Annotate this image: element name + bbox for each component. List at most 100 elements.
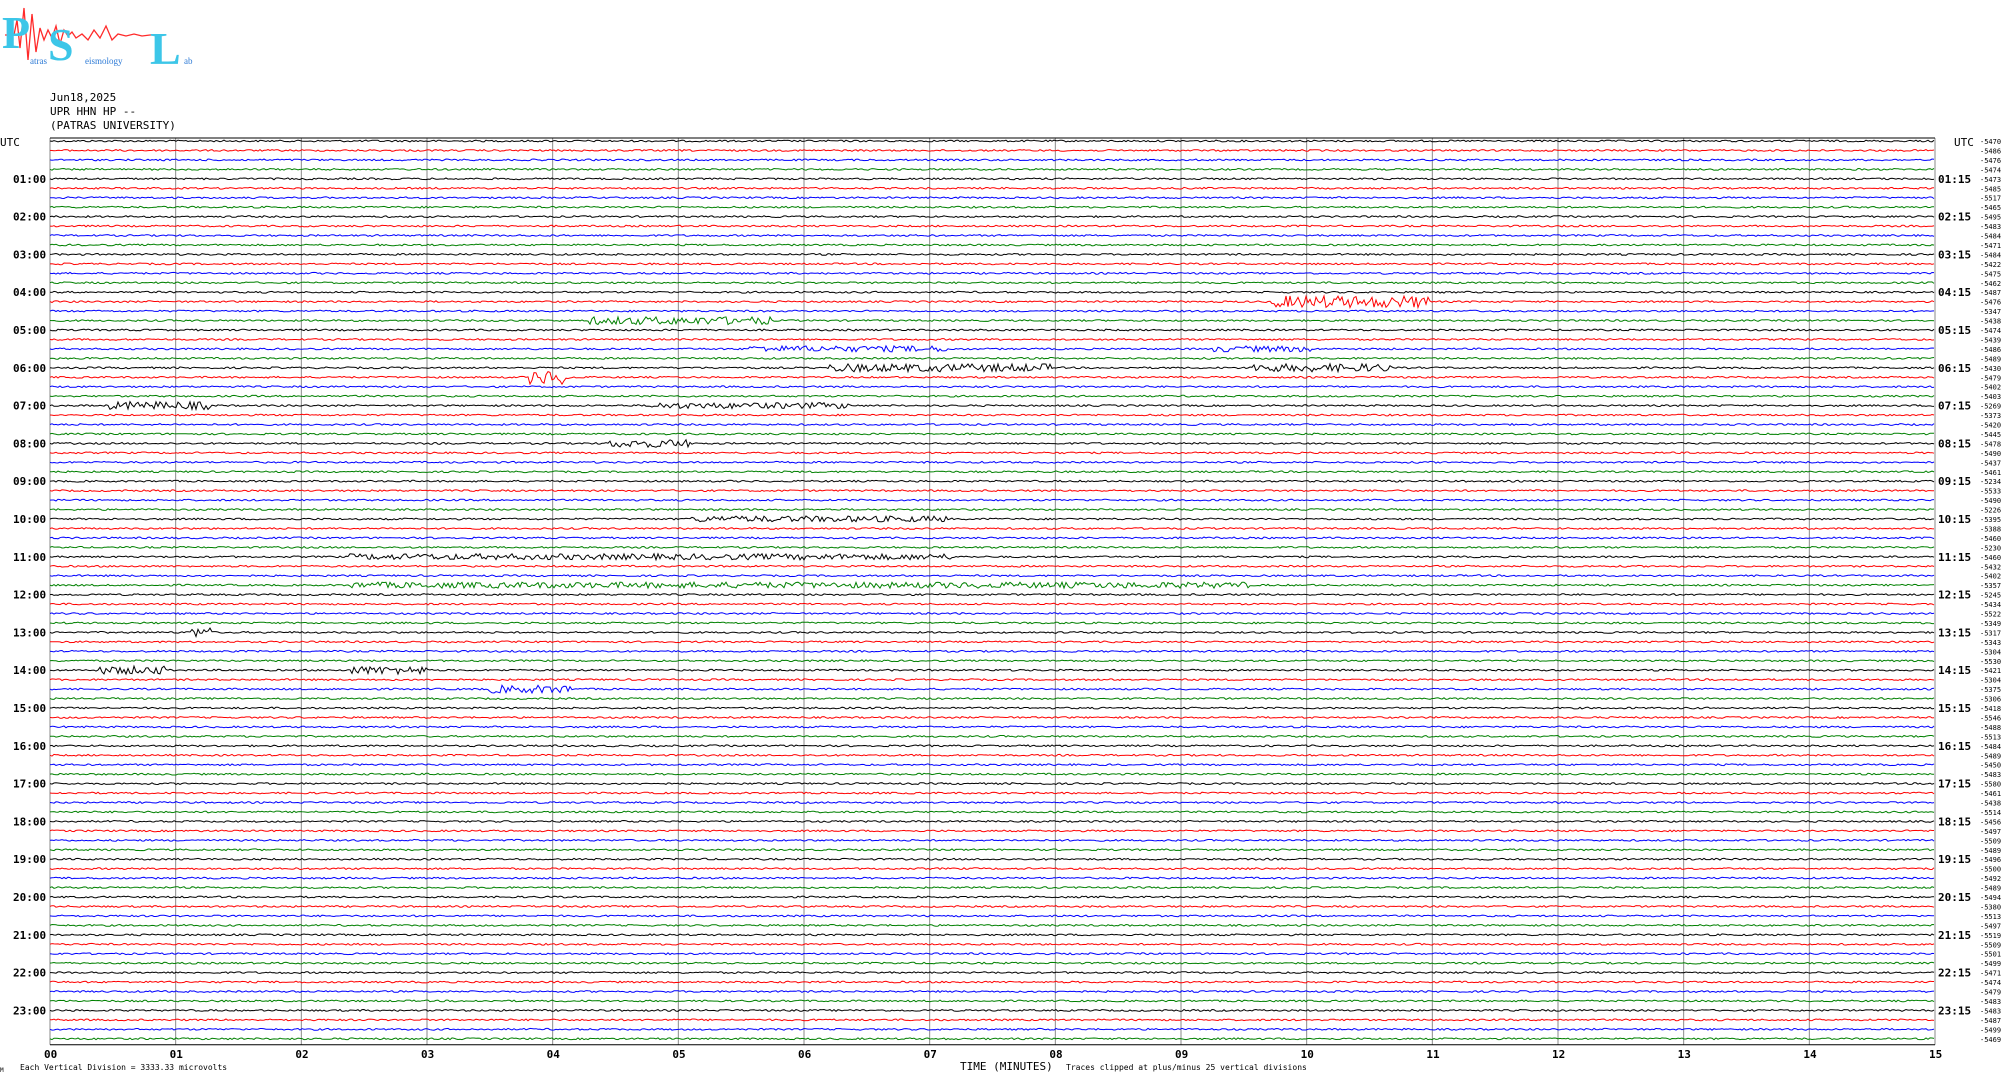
trace-line [49,999,1935,1003]
trace-offset-label: -5476 [1980,157,2001,165]
trace-line [49,328,1935,332]
hour-label-right: 11:15 [1938,551,1971,564]
trace-offset-label: -5434 [1980,601,2001,609]
trace-offset-label: -5519 [1980,932,2001,940]
trace-line [49,498,1935,502]
hour-label-left: 11:00 [13,551,46,564]
hour-label-right: 08:15 [1938,437,1971,450]
trace-line [49,800,1935,805]
trace-offset-label: -5486 [1980,346,2001,354]
x-tick-label: 11 [1426,1048,1440,1061]
trace-line [49,432,1935,436]
trace-line [49,224,1935,228]
hour-label-left: 22:00 [13,967,46,980]
hour-label-right: 13:15 [1938,626,1971,639]
trace-line [49,621,1934,625]
trace-line [49,290,1935,294]
hour-label-left: 20:00 [13,891,46,904]
x-tick-label: 06 [798,1048,812,1061]
trace-offset-label: -5462 [1980,280,2001,288]
trace-line [49,315,1935,326]
trace-offset-label: -5513 [1980,733,2001,741]
trace-offset-label: -5483 [1980,223,2001,231]
trace-line [49,810,1935,814]
trace-line [49,684,1935,695]
trace-offset-label: -5514 [1980,809,2001,817]
trace-offset-label: -5483 [1980,771,2001,779]
hour-label-right: 14:15 [1938,664,1971,677]
x-tick-label: 03 [421,1048,434,1061]
trace-offset-label: -5402 [1980,573,2001,581]
trace-line [49,980,1934,984]
trace-offset-label: -5489 [1980,847,2001,855]
trace-offset-label: -5475 [1980,270,2001,278]
trace-line [49,413,1935,417]
hour-label-right: 16:15 [1938,740,1971,753]
trace-offset-label: -5347 [1980,308,2001,316]
hour-label-left: 23:00 [13,1004,46,1017]
trace-line [49,829,1934,833]
trace-line [49,580,1935,590]
trace-line [49,337,1935,341]
trace-offset-label: -5499 [1980,960,2001,968]
trace-line [49,508,1935,512]
trace-offset-label: -5304 [1980,677,2001,685]
trace-offset-label: -5496 [1980,856,2001,864]
trace-line [49,782,1935,786]
trace-line [49,356,1935,360]
trace-offset-label: -5349 [1980,620,2001,628]
trace-offset-label: -5422 [1980,261,2001,269]
trace-offset-label: -5489 [1980,885,2001,893]
trace-line [50,971,1935,975]
trace-offset-label: -5461 [1980,469,2001,477]
trace-line [49,394,1935,398]
trace-offset-label: -5500 [1980,866,2001,874]
footer-right-note: Traces clipped at plus/minus 25 vertical… [1066,1063,1307,1072]
hour-label-left: 21:00 [13,929,46,942]
trace-line [49,479,1935,483]
trace-offset-label: -5501 [1980,951,2001,959]
hour-label-left: 07:00 [13,400,46,413]
trace-line [49,252,1935,256]
x-tick-label: 05 [672,1048,685,1061]
hour-label-right: 21:15 [1938,929,1971,942]
trace-offset-label: -5438 [1980,800,2001,808]
trace-offset-label: -5226 [1980,507,2001,515]
trace-offset-label: -5509 [1980,837,2001,845]
hour-label-left: 03:00 [13,248,46,261]
trace-offset-label: -5530 [1980,658,2001,666]
trace-line [49,1008,1935,1012]
hour-label-left: 04:00 [13,286,46,299]
trace-offset-label: -5421 [1980,667,2001,675]
trace-offset-label: -5438 [1980,318,2001,326]
trace-line [49,422,1935,427]
trace-offset-label: -5439 [1980,336,2001,344]
trace-offset-label: -5483 [1980,998,2001,1006]
trace-offset-label: -5403 [1980,393,2001,401]
x-tick-label: 04 [547,1048,561,1061]
trace-offset-label: -5445 [1980,431,2001,439]
utc-left-label: UTC [0,136,20,149]
trace-offset-label: -5461 [1980,790,2001,798]
trace-offset-label: -5479 [1980,989,2001,997]
trace-offset-label: -5437 [1980,459,2001,467]
trace-line [49,536,1935,540]
trace-offset-label: -5456 [1980,818,2001,826]
trace-line [49,763,1935,767]
trace-line [49,294,1935,310]
trace-line [49,438,1935,449]
trace-offset-label: -5460 [1980,535,2001,543]
hour-label-right: 23:15 [1938,1004,1971,1017]
trace-line [49,593,1935,597]
x-axis-title: TIME (MINUTES) [960,1060,1053,1073]
trace-line [49,362,1935,374]
trace-line [49,148,1935,152]
hour-label-right: 19:15 [1938,853,1971,866]
trace-line [49,564,1935,568]
trace-offset-label: -5487 [1980,1017,2001,1025]
x-tick-label: 09 [1175,1048,1188,1061]
trace-line [49,167,1935,171]
trace-line [49,460,1935,464]
trace-offset-label: -5375 [1980,686,2001,694]
trace-offset-label: -5373 [1980,412,2001,420]
